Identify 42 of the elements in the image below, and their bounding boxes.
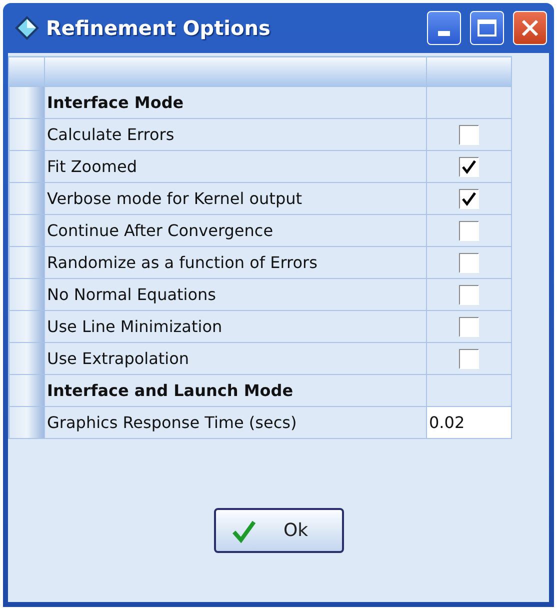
checkbox[interactable] xyxy=(459,221,479,242)
close-button[interactable] xyxy=(513,11,547,45)
checkbox[interactable] xyxy=(459,285,479,306)
minimize-icon xyxy=(438,30,450,36)
diamond-icon xyxy=(14,15,40,41)
row-header xyxy=(8,342,44,374)
checkbox[interactable] xyxy=(459,317,479,338)
row-header xyxy=(8,214,44,246)
section-heading: Interface and Launch Mode xyxy=(44,374,426,406)
row-header xyxy=(8,374,44,406)
option-label: Continue After Convergence xyxy=(44,214,426,246)
close-icon xyxy=(521,19,539,37)
row-header xyxy=(8,278,44,310)
option-label: Graphics Response Time (secs) xyxy=(44,406,426,438)
row-header xyxy=(8,182,44,214)
option-label: Use Line Minimization xyxy=(44,310,426,342)
row-header xyxy=(8,86,44,118)
section-heading: Interface Mode xyxy=(44,86,426,118)
checkbox[interactable] xyxy=(459,189,479,210)
maximize-icon xyxy=(477,19,497,37)
row-header xyxy=(8,56,44,86)
row-header xyxy=(8,310,44,342)
ok-button[interactable]: Ok xyxy=(214,508,344,553)
row-header xyxy=(8,406,44,438)
checkbox[interactable] xyxy=(459,125,479,146)
option-label: Use Extrapolation xyxy=(44,342,426,374)
checkbox[interactable] xyxy=(459,157,479,178)
option-label: Fit Zoomed xyxy=(44,150,426,182)
option-label: Calculate Errors xyxy=(44,118,426,150)
option-label: Randomize as a function of Errors xyxy=(44,246,426,278)
checkbox[interactable] xyxy=(459,253,479,274)
row-header xyxy=(8,246,44,278)
row-header xyxy=(8,118,44,150)
check-icon xyxy=(232,518,256,542)
checkbox[interactable] xyxy=(459,349,479,370)
window-title: Refinement Options xyxy=(46,15,272,42)
option-label: No Normal Equations xyxy=(44,278,426,310)
row-header xyxy=(8,150,44,182)
value-field[interactable]: 0.02 xyxy=(426,406,512,438)
maximize-button[interactable] xyxy=(470,11,504,45)
minimize-button[interactable] xyxy=(427,11,461,45)
option-label: Verbose mode for Kernel output xyxy=(44,182,426,214)
